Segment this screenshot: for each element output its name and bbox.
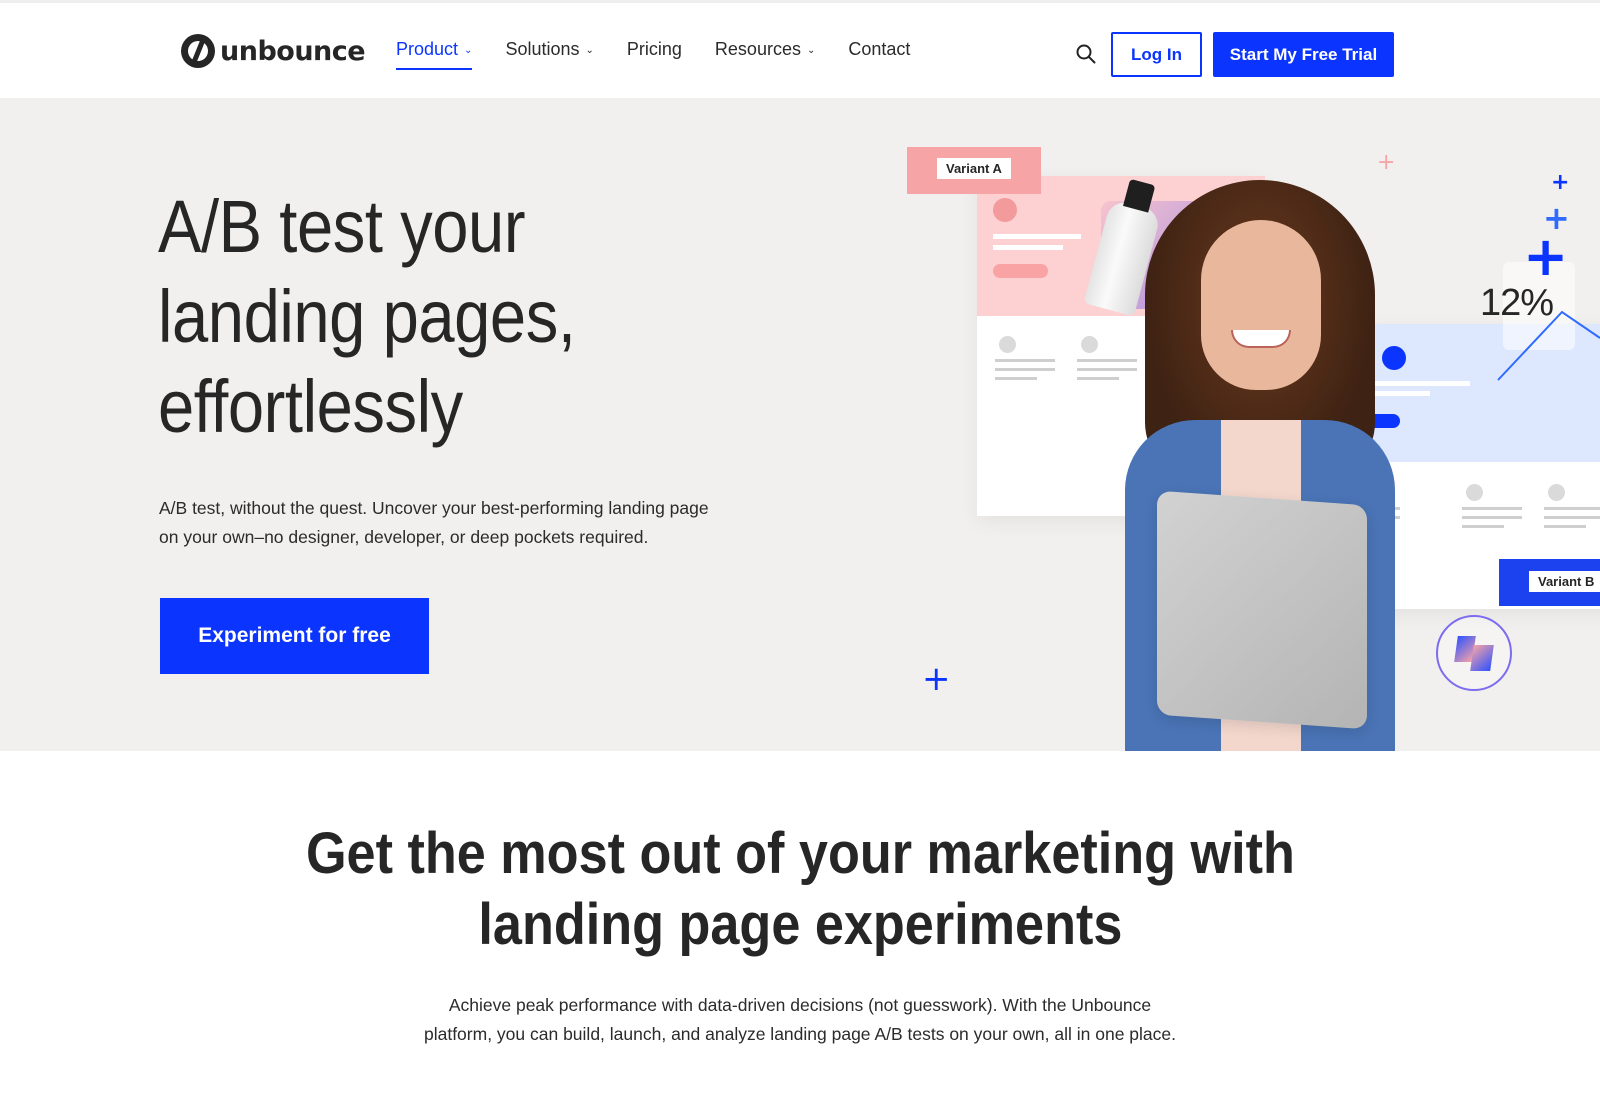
chevron-down-icon: ⌄ <box>585 45 594 56</box>
nav-links: Product ⌄ Solutions ⌄ Pricing Resources … <box>396 39 943 70</box>
chevron-down-icon: ⌄ <box>806 45 816 56</box>
logo-wordmark: unbounce <box>220 35 366 67</box>
mockup-feature <box>1462 484 1522 528</box>
search-icon[interactable] <box>1075 43 1097 65</box>
mockup-line <box>993 234 1081 239</box>
mockup-line <box>993 245 1063 250</box>
section-title-line: Get the most out of your marketing with <box>305 821 1295 886</box>
hero-subtitle-line: A/B test, without the quest. Uncover you… <box>159 498 709 518</box>
variant-b-label: Variant B <box>1529 571 1600 592</box>
hero-section: A/B test your landing pages, effortlessl… <box>0 98 1600 751</box>
nav-contact[interactable]: Contact <box>848 39 910 60</box>
mockup-feature <box>995 336 1055 380</box>
mockup-feature <box>1544 484 1600 528</box>
hero-subtitle: A/B test, without the quest. Uncover you… <box>159 494 759 552</box>
nav-solutions[interactable]: Solutions ⌄ <box>505 39 593 60</box>
nav-contact-label: Contact <box>848 39 911 59</box>
unbounce-logo[interactable]: unbounce <box>181 33 366 69</box>
variant-b-badge: Variant B <box>1499 559 1600 606</box>
section-subtitle-line: Achieve peak performance with data-drive… <box>448 995 1152 1015</box>
hero-title: A/B test your landing pages, effortlessl… <box>158 182 704 452</box>
start-free-trial-button[interactable]: Start My Free Trial <box>1213 32 1394 77</box>
hero-illustration: Variant A 12% Variant B + + + + + <box>900 98 1600 751</box>
nav-product[interactable]: Product ⌄ <box>396 39 473 70</box>
section-subtitle: Achieve peak performance with data-drive… <box>380 991 1220 1049</box>
unbounce-logo-icon <box>181 34 215 68</box>
mockup-avatar <box>1382 346 1406 370</box>
laptop-image <box>1157 490 1367 730</box>
login-button[interactable]: Log In <box>1111 32 1202 77</box>
mockup-avatar <box>993 198 1017 222</box>
nav-pricing-label: Pricing <box>626 39 682 59</box>
hero-title-line: effortlessly <box>158 365 463 448</box>
hero-subtitle-line: on your own–no designer, developer, or d… <box>159 527 649 547</box>
hero-title-line: A/B test your <box>158 185 526 268</box>
chevron-down-icon: ⌄ <box>464 45 473 56</box>
experiment-for-free-button[interactable]: Experiment for free <box>160 598 429 674</box>
nav-pricing[interactable]: Pricing <box>627 39 682 60</box>
section-subtitle-line: platform, you can build, launch, and ana… <box>423 1024 1176 1044</box>
plus-icon: + <box>922 659 951 699</box>
nav-product-label: Product <box>396 39 459 59</box>
hero-title-line: landing pages, <box>158 275 576 358</box>
plus-icon: + <box>1377 150 1396 175</box>
plus-icon: + <box>1523 225 1569 288</box>
section-title: Get the most out of your marketing with … <box>0 818 1600 960</box>
top-navigation: unbounce Product ⌄ Solutions ⌄ Pricing R… <box>0 3 1600 98</box>
ab-test-icon <box>1436 615 1512 691</box>
trend-line-icon <box>1497 310 1600 381</box>
nav-solutions-label: Solutions <box>505 39 580 59</box>
variant-a-label: Variant A <box>937 158 1011 179</box>
plus-icon: + <box>1551 170 1570 195</box>
variant-a-badge: Variant A <box>907 147 1041 194</box>
woman-with-laptop-photo <box>1125 180 1395 751</box>
nav-resources-label: Resources <box>714 39 801 59</box>
mockup-button <box>993 264 1048 278</box>
nav-resources[interactable]: Resources ⌄ <box>715 39 815 60</box>
section-title-line: landing page experiments <box>478 892 1122 957</box>
